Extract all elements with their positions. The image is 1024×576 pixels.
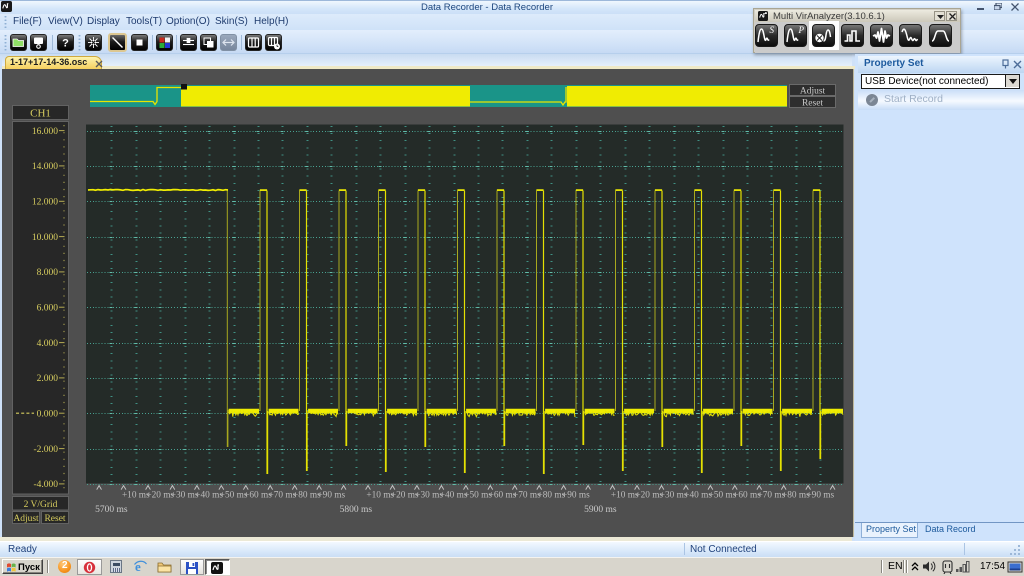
svg-text:S: S [770, 25, 775, 35]
svg-text:CH1: CH1 [30, 108, 51, 120]
svg-text:8.000: 8.000 [37, 268, 59, 278]
svg-text:10.000: 10.000 [32, 233, 58, 243]
svg-text:+90 ms: +90 ms [317, 491, 345, 501]
svg-text:4.000: 4.000 [37, 339, 59, 349]
svg-text:16.000: 16.000 [32, 127, 58, 137]
svg-text:Reset: Reset [802, 99, 823, 109]
svg-text:Adjust: Adjust [800, 87, 826, 97]
svg-text:Reset: Reset [44, 514, 65, 524]
svg-text:+90 ms: +90 ms [562, 491, 590, 501]
svg-text:6.000: 6.000 [37, 303, 59, 313]
svg-text:+90 ms: +90 ms [806, 491, 834, 501]
svg-text:2.000: 2.000 [37, 374, 59, 384]
svg-text:12.000: 12.000 [32, 198, 58, 208]
svg-text:?: ? [62, 38, 69, 50]
svg-text:P: P [797, 25, 804, 35]
svg-text:5900 ms: 5900 ms [584, 505, 617, 515]
svg-text:14.000: 14.000 [32, 162, 58, 172]
svg-text:5800 ms: 5800 ms [340, 505, 373, 515]
svg-text:Adjust: Adjust [13, 514, 39, 524]
svg-text:2 V/Grid: 2 V/Grid [24, 500, 58, 510]
svg-text:5700 ms: 5700 ms [95, 505, 128, 515]
svg-text:0.000: 0.000 [37, 409, 59, 419]
svg-text:-4.000: -4.000 [33, 480, 58, 490]
svg-text:-2.000: -2.000 [33, 445, 58, 455]
